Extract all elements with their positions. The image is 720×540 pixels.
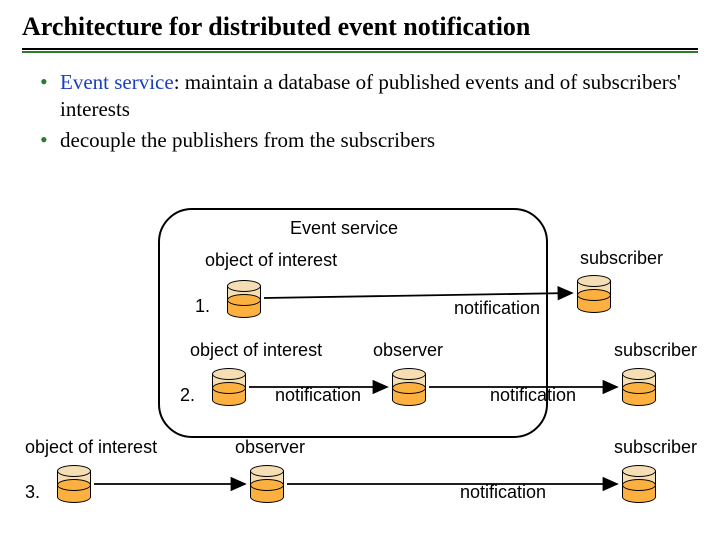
object-barrel-2 <box>212 368 246 406</box>
observer-barrel-3 <box>250 465 284 503</box>
subscriber-label-3: subscriber <box>614 437 697 458</box>
observer-barrel-2 <box>392 368 426 406</box>
notification-label-3: notification <box>460 482 546 503</box>
object-of-interest-label-2: object of interest <box>190 340 322 361</box>
row-number-3: 3. <box>25 482 40 503</box>
bullet-1: Event service: maintain a database of pu… <box>40 69 698 123</box>
notification-label-2b: notification <box>490 385 576 406</box>
bullet-list: Event service: maintain a database of pu… <box>22 69 698 154</box>
event-service-label: Event service <box>290 218 398 239</box>
subscriber-label-1: subscriber <box>580 248 663 269</box>
notification-label-1: notification <box>454 298 540 319</box>
object-of-interest-label-1: object of interest <box>205 250 337 271</box>
subscriber-barrel-1 <box>577 275 611 313</box>
event-service-box <box>158 208 548 438</box>
row-number-2: 2. <box>180 385 195 406</box>
slide-title: Architecture for distributed event notif… <box>22 12 698 44</box>
observer-label-3: observer <box>235 437 305 458</box>
subscriber-barrel-3 <box>622 465 656 503</box>
object-barrel-3 <box>57 465 91 503</box>
notification-label-2a: notification <box>275 385 361 406</box>
row-number-1: 1. <box>195 296 210 317</box>
title-underline <box>22 48 698 53</box>
object-barrel-1 <box>227 280 261 318</box>
subscriber-barrel-2 <box>622 368 656 406</box>
bullet-2-rest: decouple the publishers from the subscri… <box>60 128 435 152</box>
observer-label-2: observer <box>373 340 443 361</box>
bullet-2: decouple the publishers from the subscri… <box>40 127 698 154</box>
bullet-1-term: Event service <box>60 70 174 94</box>
object-of-interest-label-3: object of interest <box>25 437 157 458</box>
subscriber-label-2: subscriber <box>614 340 697 361</box>
